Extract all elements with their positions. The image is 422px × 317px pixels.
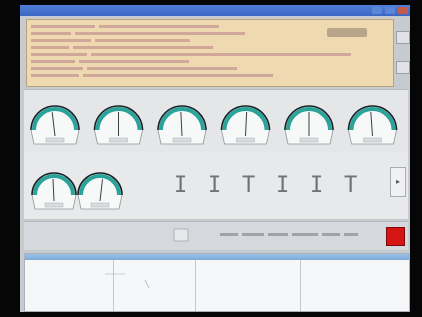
title-bar — [20, 5, 410, 16]
readout-digit: I — [310, 173, 323, 198]
plot-marks — [105, 273, 150, 289]
readout-digit: I — [174, 173, 187, 198]
readout-digit: T — [242, 173, 255, 198]
readout-digit: T — [344, 173, 357, 198]
readout-digit: I — [276, 173, 289, 198]
toolbar-controls-smudge — [173, 228, 358, 242]
data-plot-area[interactable] — [24, 253, 410, 312]
gauge-dial — [31, 172, 77, 210]
gauge-dial — [157, 105, 207, 145]
gauge-dial — [93, 105, 144, 145]
readout-digit: I — [208, 173, 221, 198]
app-window: I I T I I T ▸ — [20, 5, 410, 312]
stop-button[interactable] — [386, 227, 405, 246]
gauge-dial — [347, 105, 398, 145]
gauge-panel-bottom: I I T I I T ▸ — [24, 153, 408, 219]
close-button[interactable] — [398, 7, 408, 14]
gauge-panel-top — [24, 89, 408, 154]
control-toolbar — [24, 221, 408, 250]
minimize-button[interactable] — [372, 7, 382, 14]
log-scroll-down-button[interactable] — [396, 61, 410, 74]
message-log[interactable] — [26, 19, 394, 87]
log-status-badge — [327, 28, 367, 37]
log-scroll-up-button[interactable] — [396, 31, 410, 44]
gauge-row-top — [30, 105, 398, 145]
panel-scroll-button[interactable]: ▸ — [390, 167, 406, 197]
gauge-row-bottom — [31, 172, 123, 210]
maximize-button[interactable] — [385, 7, 395, 14]
digital-readouts: I I T I I T — [174, 173, 394, 213]
gauge-dial — [77, 172, 123, 210]
gauge-dial — [220, 105, 271, 145]
gauge-dial — [284, 105, 334, 145]
gauge-dial — [30, 105, 80, 145]
